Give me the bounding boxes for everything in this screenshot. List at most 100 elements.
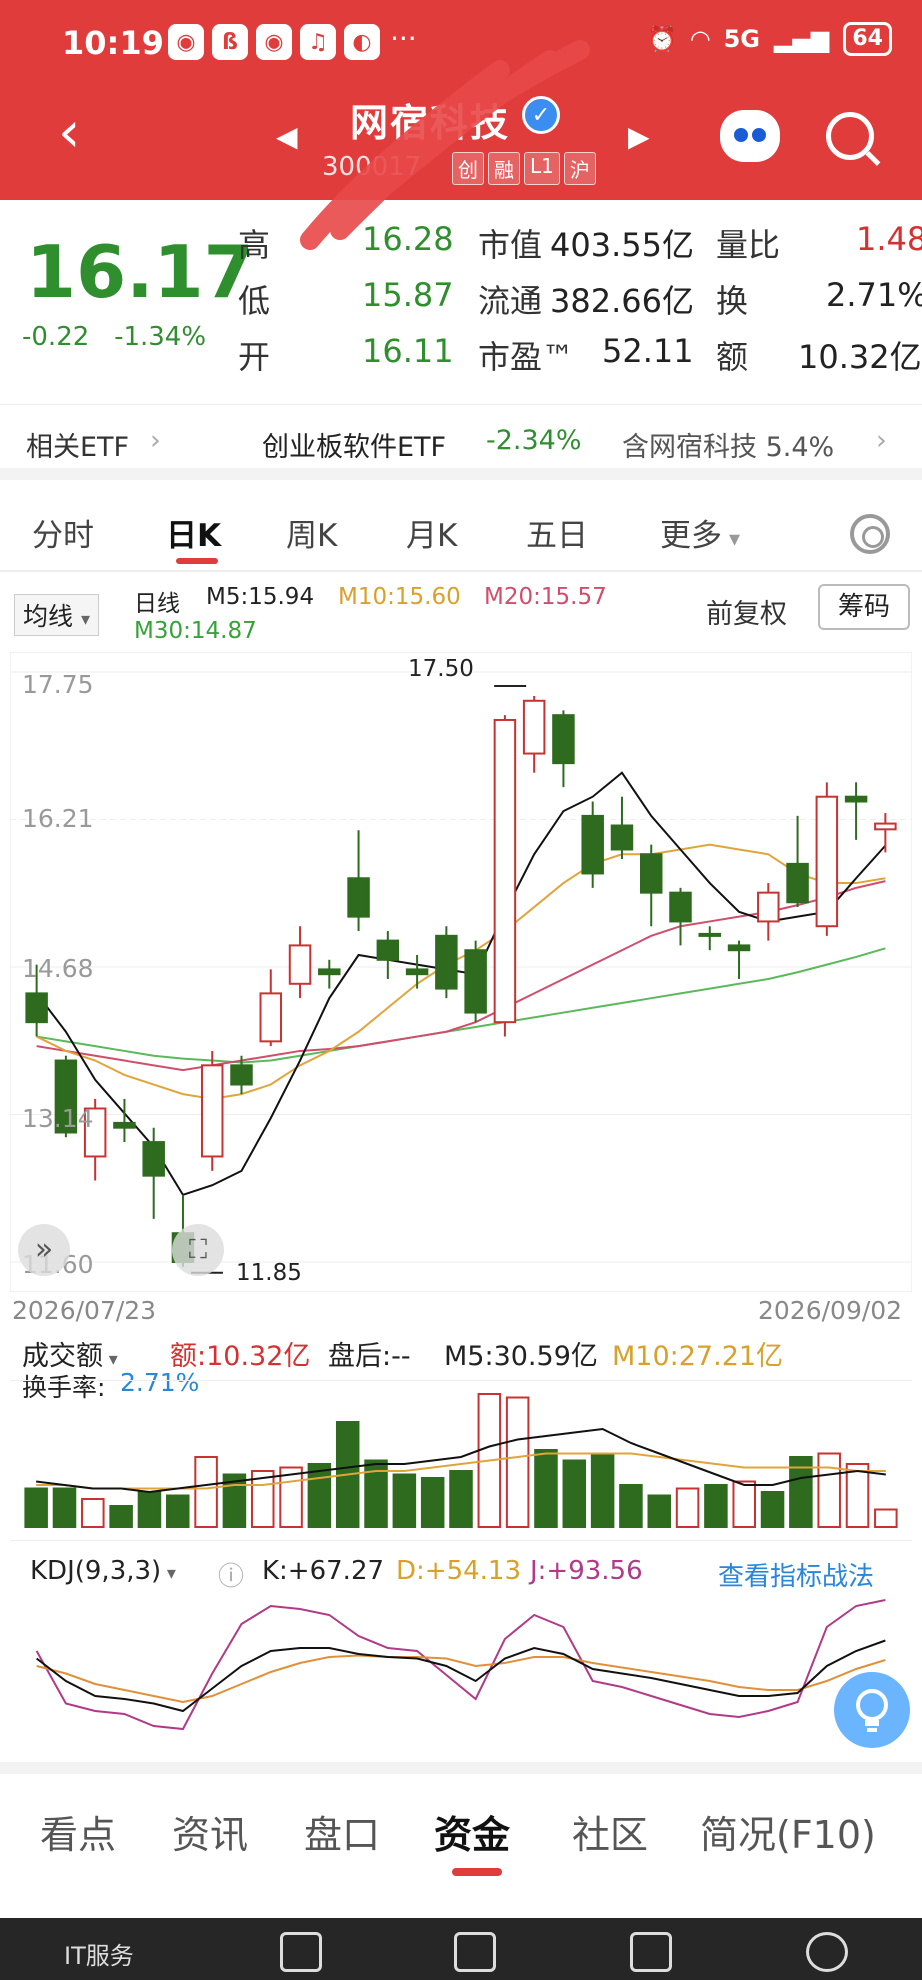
- ma-select-label: 均线: [23, 602, 74, 631]
- remove-icon[interactable]: [630, 1932, 672, 1972]
- etf-holding: 含网宿科技 5.4%: [622, 432, 835, 463]
- volume-bar: [137, 1491, 162, 1528]
- candle-body: [259, 992, 283, 1043]
- related-etf-row[interactable]: 相关ETF › 创业板软件ETF -2.34% 含网宿科技 5.4% ›: [0, 404, 922, 480]
- tab-news[interactable]: 资讯: [172, 1804, 248, 1859]
- tab-monthly-k[interactable]: 月K: [406, 510, 457, 555]
- volume-bar: [52, 1487, 77, 1528]
- stock-code: 300017: [322, 152, 422, 182]
- candle-body: [552, 714, 575, 765]
- volume-bar: [534, 1449, 558, 1528]
- adjust-button[interactable]: 前复权: [706, 592, 787, 631]
- kdj-svg: [35, 1599, 886, 1731]
- volume-bar: [81, 1498, 105, 1528]
- volume-chart[interactable]: [10, 1380, 912, 1530]
- float-label: 流通: [478, 282, 543, 320]
- tab-community[interactable]: 社区: [572, 1804, 648, 1859]
- bottom-toolbar: IT服务: [0, 1918, 922, 1980]
- candle-body: [874, 822, 897, 831]
- ma-m20: M20:15.57: [484, 584, 607, 610]
- candle-body: [376, 939, 400, 961]
- volume-m5: M5:30.59亿: [444, 1341, 598, 1372]
- tab-more[interactable]: 更多 ▾: [660, 510, 740, 555]
- back-button[interactable]: ‹: [58, 105, 98, 165]
- fullscreen-icon[interactable]: ⛶: [172, 1224, 224, 1276]
- search-icon[interactable]: [826, 112, 874, 160]
- volume-bar: [420, 1477, 445, 1528]
- candle-body: [698, 932, 722, 937]
- chevron-down-icon: ▾: [80, 609, 91, 630]
- etf-name: 创业板软件ETF: [262, 432, 447, 463]
- tab-five-day[interactable]: 五日: [526, 510, 588, 555]
- volume-bar: [760, 1491, 785, 1528]
- y-tick-4: 13.14: [22, 1104, 94, 1133]
- volume-after-hours: 盘后:--: [328, 1341, 411, 1372]
- ma-period: 日线: [134, 591, 180, 617]
- chips-button[interactable]: 筹码: [818, 584, 910, 630]
- volume-bar: [675, 1487, 700, 1528]
- lightbulb-icon[interactable]: [834, 1672, 910, 1748]
- amount-value: 10.32亿: [798, 338, 922, 376]
- volume-bar: [24, 1487, 48, 1528]
- low-label: 低: [238, 282, 271, 320]
- tab-more-label: 更多: [660, 518, 722, 554]
- candle-body: [581, 814, 604, 875]
- tab-daily-k[interactable]: 日K: [166, 510, 221, 555]
- volume-bar: [109, 1505, 133, 1528]
- chevron-right-icon: ›: [876, 425, 887, 456]
- chart-period-tabs: 分时 日K 周K 月K 五日 更多 ▾: [0, 492, 922, 572]
- volume-bar: [166, 1494, 190, 1528]
- candle-body: [639, 853, 663, 894]
- candle-body: [25, 992, 48, 1024]
- candle-body: [464, 949, 487, 1014]
- candle-body: [113, 1121, 136, 1129]
- browser-icon: ◐: [344, 24, 380, 60]
- notes-icon[interactable]: [280, 1932, 322, 1972]
- candle-body: [493, 718, 517, 1024]
- volume-bar: [732, 1480, 756, 1528]
- tab-profile-f10[interactable]: 简况(F10): [700, 1804, 876, 1859]
- toolbar-it-service[interactable]: IT服务: [64, 1936, 134, 1971]
- chevron-down-icon: ▾: [103, 1349, 118, 1370]
- tab-highlights[interactable]: 看点: [40, 1804, 116, 1859]
- prev-stock-button[interactable]: ◀: [276, 120, 298, 153]
- ma-select-dropdown[interactable]: 均线 ▾: [14, 594, 100, 636]
- candle-body: [405, 968, 429, 976]
- robot-assistant-icon[interactable]: [720, 110, 780, 162]
- candle-body: [200, 1064, 224, 1158]
- ma30-line: [36, 947, 886, 1064]
- volume-bar: [619, 1484, 643, 1528]
- stock-tags: 创 融 L1 沪: [452, 152, 596, 185]
- more-icon[interactable]: [806, 1932, 848, 1972]
- kline-chart[interactable]: [9, 651, 913, 1293]
- candle-body: [522, 699, 546, 755]
- chevron-right-icon: ›: [150, 425, 161, 456]
- volume-bar: [590, 1452, 615, 1528]
- volume-bar: [392, 1473, 417, 1528]
- ma-m5: M5:15.94: [206, 584, 315, 610]
- candle-body: [610, 824, 634, 851]
- candle-body: [347, 877, 370, 918]
- tab-weekly-k[interactable]: 周K: [286, 510, 337, 555]
- tab-order-book[interactable]: 盘口: [304, 1804, 380, 1859]
- tag-chuang: 创: [452, 152, 484, 185]
- volume-bar: [505, 1396, 530, 1528]
- candle-body: [815, 795, 839, 928]
- tab-intraday[interactable]: 分时: [32, 510, 94, 555]
- weibo-icon: ◉: [168, 24, 204, 60]
- kline-svg: [9, 651, 913, 1293]
- tag-rong: 融: [488, 152, 520, 185]
- kdj-chart[interactable]: [10, 1540, 912, 1750]
- add-watchlist-icon[interactable]: [454, 1932, 496, 1972]
- expand-sidebar-icon[interactable]: »: [18, 1224, 70, 1276]
- y-tick-1: 17.75: [22, 670, 94, 699]
- candle-body: [786, 862, 809, 904]
- tab-capital-flow[interactable]: 资金: [434, 1804, 510, 1859]
- amount-label: 额: [716, 338, 749, 376]
- tag-hu: 沪: [563, 152, 596, 185]
- kdj-j-line: [35, 1599, 886, 1731]
- next-stock-button[interactable]: ▶: [628, 120, 650, 153]
- min-price-label: 11.85: [236, 1260, 302, 1286]
- settings-gear-icon[interactable]: [850, 514, 890, 554]
- volume-bar: [449, 1470, 473, 1528]
